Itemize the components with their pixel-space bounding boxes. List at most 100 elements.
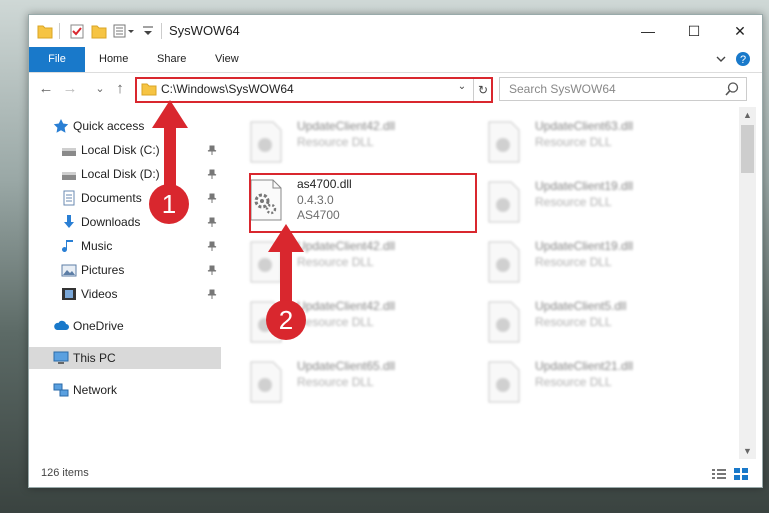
sidebar-item-documents[interactable]: Documents (29, 187, 221, 209)
sidebar-item-network[interactable]: Network (29, 379, 221, 401)
customize-toolbar-icon[interactable] (113, 22, 135, 40)
sidebar-item-downloads[interactable]: Downloads (29, 211, 221, 233)
dll-file-icon (488, 241, 520, 283)
documents-icon (63, 190, 75, 206)
search-icon[interactable] (724, 81, 740, 97)
videos-icon (62, 288, 76, 300)
tab-file[interactable]: File (29, 47, 85, 72)
download-icon (64, 215, 74, 228)
pin-icon[interactable] (207, 145, 217, 155)
sidebar-item-label: Network (73, 383, 118, 397)
file-description: Resource DLL (535, 195, 612, 209)
new-folder-icon[interactable] (91, 22, 107, 40)
title-bar: SysWOW64 — ☐ ✕ (29, 15, 762, 47)
pin-icon[interactable] (207, 241, 217, 251)
pin-icon[interactable] (207, 169, 217, 179)
sidebar-item-pictures[interactable]: Pictures (29, 259, 221, 281)
annotation-arrow-2 (268, 224, 304, 310)
dll-file-icon (250, 361, 282, 403)
item-count: 126 items (41, 467, 89, 479)
sidebar-item-label: OneDrive (73, 319, 124, 333)
tab-view[interactable]: View (215, 47, 239, 72)
back-button[interactable]: ← (37, 79, 55, 99)
tab-share[interactable]: Share (157, 47, 186, 72)
dll-file-icon (488, 121, 520, 163)
tab-home[interactable]: Home (99, 47, 128, 72)
star-icon (53, 119, 69, 133)
address-path: C:\Windows\SysWOW64 (161, 82, 294, 96)
file-description: Resource DLL (535, 255, 612, 269)
computer-icon (53, 351, 69, 364)
sidebar-item-quick-access[interactable]: Quick access (29, 115, 221, 137)
chevron-down-icon[interactable] (141, 22, 155, 40)
file-item[interactable]: UpdateClient19.dll Resource DLL (487, 239, 697, 287)
file-name: UpdateClient42.dll (297, 299, 396, 313)
refresh-button[interactable]: ↻ (473, 79, 492, 101)
status-bar: 126 items (29, 463, 762, 487)
pin-icon[interactable] (207, 265, 217, 275)
file-name: UpdateClient19.dll (535, 239, 634, 253)
file-name: UpdateClient63.dll (535, 119, 634, 133)
file-item[interactable]: UpdateClient63.dll Resource DLL (487, 119, 697, 167)
pin-icon[interactable] (207, 289, 217, 299)
details-view-icon[interactable] (711, 467, 727, 481)
vertical-scrollbar[interactable]: ▲ ▼ (739, 107, 756, 459)
up-button[interactable]: ↑ (111, 79, 129, 99)
minimize-button[interactable]: — (625, 15, 671, 47)
annotation-badge-2: 2 (266, 300, 306, 340)
divider (161, 23, 162, 39)
file-item[interactable]: UpdateClient65.dll Resource DLL (249, 359, 459, 407)
sidebar-item-label: Quick access (73, 119, 145, 133)
file-name: UpdateClient42.dll (297, 119, 396, 133)
address-dropdown-button[interactable]: ⌄ (455, 81, 469, 97)
search-placeholder: Search SysWOW64 (509, 82, 616, 96)
scroll-down-button[interactable]: ▼ (739, 443, 756, 459)
file-description: Resource DLL (535, 135, 612, 149)
folder-icon (37, 25, 53, 39)
large-icons-view-icon[interactable] (733, 467, 749, 481)
file-name: UpdateClient5.dll (535, 299, 627, 313)
search-input[interactable]: Search SysWOW64 (499, 77, 747, 101)
sidebar-item-videos[interactable]: Videos (29, 283, 221, 305)
sidebar-item-label: Pictures (81, 263, 125, 277)
sidebar-item-label: Local Disk (D:) (81, 167, 160, 181)
pin-icon[interactable] (207, 193, 217, 203)
recent-locations-button[interactable]: ⌄ (91, 79, 109, 99)
file-explorer-window: SysWOW64 — ☐ ✕ File Home Share View ? ← … (28, 14, 763, 488)
properties-icon[interactable] (69, 22, 85, 40)
sidebar-item-label: Documents (81, 191, 142, 205)
sidebar-item-label: Downloads (81, 215, 141, 229)
close-button[interactable]: ✕ (717, 15, 762, 47)
sidebar-item-label: Videos (81, 287, 118, 301)
file-item[interactable]: UpdateClient5.dll Resource DLL (487, 299, 697, 347)
svg-text:?: ? (740, 54, 746, 66)
file-description: Resource DLL (297, 315, 374, 329)
folder-icon (141, 83, 157, 96)
file-item[interactable]: UpdateClient19.dll Resource DLL (487, 179, 697, 227)
sidebar-item-label: Music (81, 239, 113, 253)
dll-file-icon (488, 301, 520, 343)
help-icon[interactable]: ? (735, 51, 751, 67)
sidebar-item-label: Local Disk (C:) (81, 143, 160, 157)
sidebar-item-local-disk-d[interactable]: Local Disk (D:) (29, 163, 221, 185)
sidebar-item-music[interactable]: Music (29, 235, 221, 257)
maximize-button[interactable]: ☐ (671, 15, 717, 47)
expand-ribbon-icon[interactable] (713, 51, 729, 67)
annotation-arrow-1 (152, 100, 188, 196)
file-name: UpdateClient21.dll (535, 359, 634, 373)
forward-button[interactable]: → (61, 79, 79, 99)
scroll-up-button[interactable]: ▲ (739, 107, 756, 123)
scroll-thumb[interactable] (741, 125, 754, 173)
ribbon: File Home Share View ? (29, 47, 762, 73)
dll-file-icon (488, 361, 520, 403)
file-item[interactable]: UpdateClient21.dll Resource DLL (487, 359, 697, 407)
sidebar-item-onedrive[interactable]: OneDrive (29, 315, 221, 337)
file-item[interactable]: UpdateClient42.dll Resource DLL (249, 119, 459, 167)
sidebar-item-this-pc[interactable]: This PC (29, 347, 221, 369)
divider (59, 23, 60, 39)
dll-file-icon (250, 121, 282, 163)
pictures-icon (61, 264, 77, 277)
sidebar-item-local-disk-c[interactable]: Local Disk (C:) (29, 139, 221, 161)
network-icon (53, 383, 69, 397)
pin-icon[interactable] (207, 217, 217, 227)
